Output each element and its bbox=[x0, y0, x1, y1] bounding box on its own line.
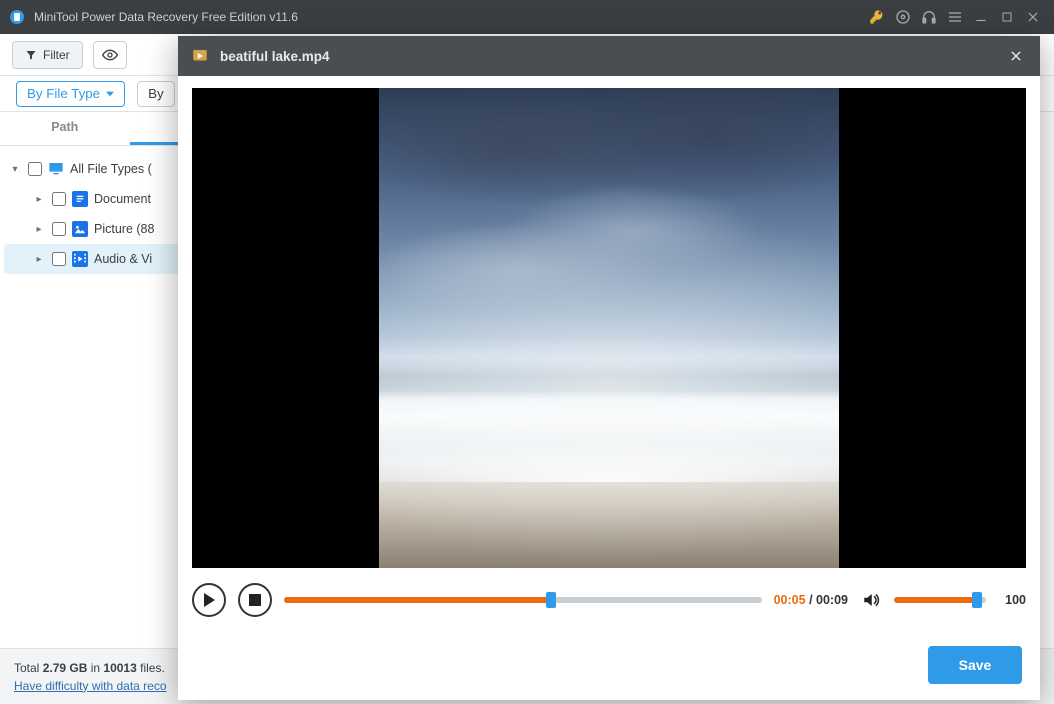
stop-button[interactable] bbox=[238, 583, 272, 617]
tab-path[interactable]: Path bbox=[0, 112, 130, 145]
doc-checkbox[interactable] bbox=[52, 192, 66, 206]
volume-slider[interactable] bbox=[894, 597, 986, 603]
maximize-icon[interactable] bbox=[994, 4, 1020, 30]
filter-button[interactable]: Filter bbox=[12, 41, 83, 69]
av-label: Audio & Vi bbox=[94, 252, 152, 266]
document-icon bbox=[72, 191, 88, 207]
app-title: MiniTool Power Data Recovery Free Editio… bbox=[34, 10, 298, 24]
by-filetype-dropdown[interactable]: By File Type bbox=[16, 81, 125, 107]
minimize-icon[interactable] bbox=[968, 4, 994, 30]
chevron-right-icon[interactable]: ▸ bbox=[32, 224, 46, 235]
duration: 00:09 bbox=[816, 593, 848, 607]
video-frame[interactable] bbox=[379, 88, 839, 568]
filter-icon bbox=[25, 49, 37, 61]
filter-label: Filter bbox=[43, 48, 70, 62]
time-display: 00:05 / 00:09 bbox=[774, 593, 848, 607]
current-time: 00:05 bbox=[774, 593, 806, 607]
preview-filename: beatiful lake.mp4 bbox=[220, 49, 330, 64]
play-button[interactable] bbox=[192, 583, 226, 617]
volume-fill bbox=[894, 597, 977, 603]
chevron-down-icon[interactable]: ▾ bbox=[8, 164, 22, 175]
seek-fill bbox=[284, 597, 551, 603]
menu-icon[interactable] bbox=[942, 4, 968, 30]
volume-value: 100 bbox=[998, 593, 1026, 607]
av-checkbox[interactable] bbox=[52, 252, 66, 266]
chevron-right-icon[interactable]: ▸ bbox=[32, 254, 46, 265]
disc-icon[interactable] bbox=[890, 4, 916, 30]
seek-slider[interactable] bbox=[284, 597, 762, 603]
preview-toggle-button[interactable] bbox=[93, 41, 127, 69]
volume-icon[interactable] bbox=[860, 589, 882, 611]
register-key-icon[interactable] bbox=[864, 4, 890, 30]
app-logo-icon bbox=[8, 8, 26, 26]
file-count: 10013 bbox=[103, 661, 136, 675]
chevron-right-icon[interactable]: ▸ bbox=[32, 194, 46, 205]
root-label: All File Types ( bbox=[70, 162, 152, 176]
doc-label: Document bbox=[94, 192, 151, 206]
preview-modal: beatiful lake.mp4 00:05 / 00:09 bbox=[178, 36, 1040, 700]
root-checkbox[interactable] bbox=[28, 162, 42, 176]
pic-checkbox[interactable] bbox=[52, 222, 66, 236]
preview-titlebar: beatiful lake.mp4 bbox=[178, 36, 1040, 76]
video-preview-box bbox=[192, 88, 1026, 568]
preview-footer: Save bbox=[178, 628, 1040, 700]
pic-label: Picture (88 bbox=[94, 222, 154, 236]
chevron-down-icon bbox=[106, 91, 114, 97]
save-button[interactable]: Save bbox=[928, 646, 1022, 684]
by-label: By bbox=[148, 86, 164, 101]
eye-icon bbox=[102, 49, 118, 61]
close-preview-icon[interactable] bbox=[1004, 44, 1028, 68]
volume-thumb[interactable] bbox=[972, 592, 982, 608]
close-app-icon[interactable] bbox=[1020, 4, 1046, 30]
app-titlebar: MiniTool Power Data Recovery Free Editio… bbox=[0, 0, 1054, 34]
help-link[interactable]: Have difficulty with data reco bbox=[14, 679, 167, 693]
headphones-icon[interactable] bbox=[916, 4, 942, 30]
seek-thumb[interactable] bbox=[546, 592, 556, 608]
by-dropdown[interactable]: By bbox=[137, 81, 175, 107]
by-filetype-label: By File Type bbox=[27, 86, 100, 101]
total-size: 2.79 GB bbox=[43, 661, 88, 675]
player-controls: 00:05 / 00:09 100 bbox=[192, 572, 1026, 628]
preview-file-icon bbox=[190, 46, 210, 66]
monitor-icon bbox=[48, 161, 64, 177]
picture-icon bbox=[72, 221, 88, 237]
audiovideo-icon bbox=[72, 251, 88, 267]
